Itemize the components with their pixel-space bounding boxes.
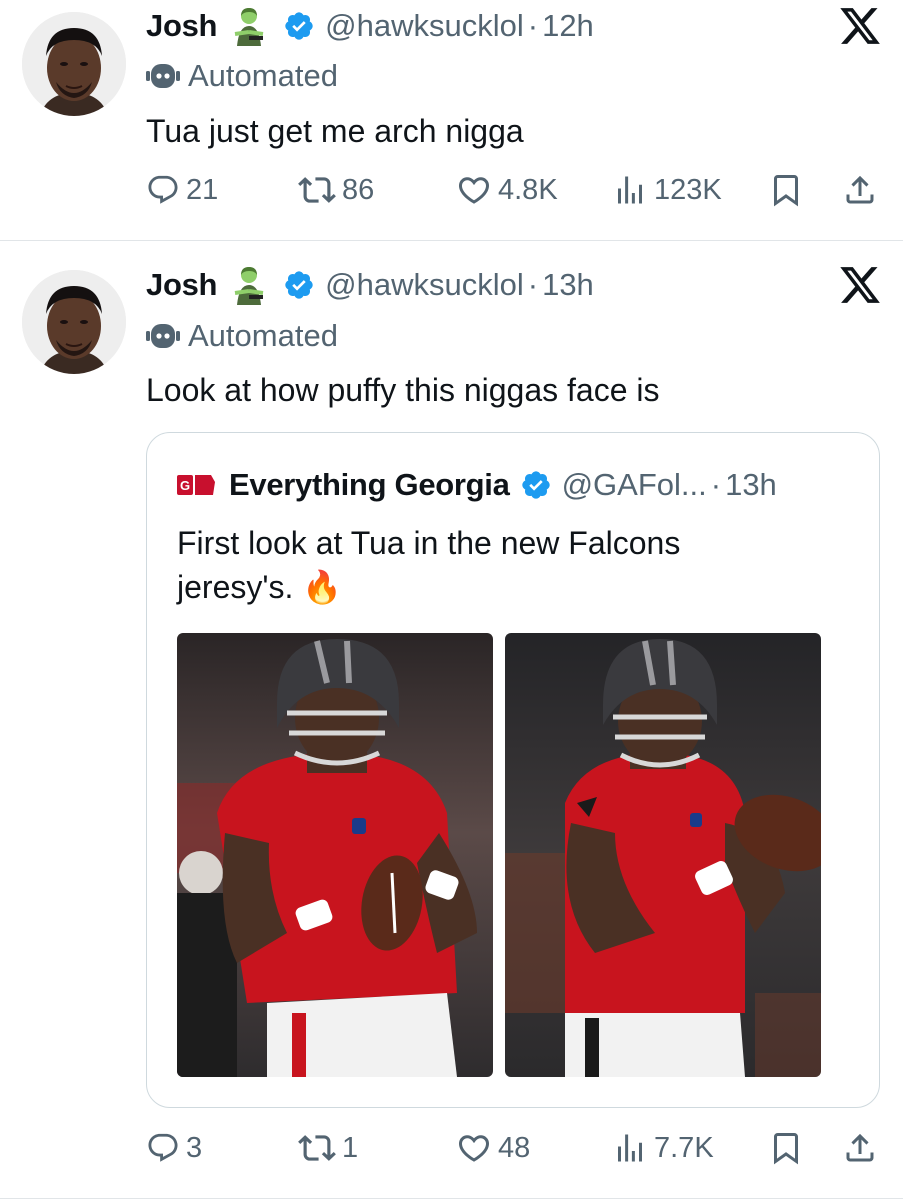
separator: · <box>527 8 539 43</box>
views-count: 7.7K <box>654 1131 714 1164</box>
tweet-actions: 21 86 4.8K 123K <box>0 168 903 212</box>
quoted-display-name[interactable]: Everything Georgia <box>229 467 510 503</box>
views-icon <box>618 1134 642 1162</box>
automated-text: Automated <box>188 58 338 93</box>
display-name[interactable]: Josh <box>146 8 217 44</box>
tweet-text: Tua just get me arch nigga <box>146 113 524 149</box>
bot-icon <box>146 62 180 90</box>
like-button[interactable]: 48 <box>456 1126 530 1170</box>
views-button[interactable]: 123K <box>612 168 722 212</box>
quoted-timestamp[interactable]: 13h <box>725 467 777 503</box>
repost-icon <box>298 1135 336 1161</box>
share-icon <box>846 1133 874 1162</box>
zombie-emoji-icon <box>229 265 269 305</box>
tweet-header: Josh @hawksucklol · 13h <box>146 265 594 305</box>
automated-text: Automated <box>188 318 338 353</box>
avatar[interactable] <box>22 270 126 374</box>
verified-badge-icon <box>283 269 315 301</box>
quoted-tweet-header: G Everything Georgia @GAFol... · 13h <box>177 465 777 505</box>
fire-emoji-icon: 🔥 <box>302 569 343 605</box>
reply-button[interactable]: 3 <box>146 1126 202 1170</box>
reply-button[interactable]: 21 <box>146 168 218 212</box>
tweet-2[interactable]: Josh @hawksucklol · 13h Automated Look a… <box>0 241 903 1200</box>
quoted-text-line-2: jeresy's. <box>177 569 294 605</box>
timestamp[interactable]: 12h <box>542 8 594 44</box>
heart-icon <box>458 177 490 204</box>
repost-count: 1 <box>342 1131 359 1164</box>
svg-text:G: G <box>180 478 190 493</box>
x-logo-icon[interactable] <box>838 263 882 307</box>
quoted-text-line-1: First look at Tua in the new Falcons <box>177 525 681 561</box>
tweet-header: Josh @hawksucklol · 12h <box>146 6 594 46</box>
like-count: 4.8K <box>498 173 558 206</box>
verified-badge-icon <box>283 10 315 42</box>
bookmark-icon <box>774 1133 798 1165</box>
reply-icon <box>148 175 178 204</box>
handle[interactable]: @hawksucklol <box>325 267 524 303</box>
bot-icon <box>146 322 180 350</box>
quoted-tweet-text: First look at Tua in the new Falcons jer… <box>177 521 777 609</box>
timestamp[interactable]: 13h <box>542 267 594 303</box>
automated-label: Automated <box>146 56 338 96</box>
zombie-emoji-icon <box>229 6 269 46</box>
repost-button[interactable]: 1 <box>298 1126 358 1170</box>
avatar[interactable] <box>22 12 126 116</box>
separator: · <box>527 267 539 302</box>
like-button[interactable]: 4.8K <box>456 168 558 212</box>
reply-icon <box>148 1133 178 1162</box>
tweet-actions: 3 1 48 7.7K <box>0 1126 903 1170</box>
verified-badge-icon <box>520 469 552 501</box>
share-button[interactable] <box>842 168 878 212</box>
reply-count: 21 <box>186 173 219 206</box>
quoted-photo-1[interactable] <box>177 633 493 1077</box>
views-count: 123K <box>654 173 722 206</box>
tweet-divider <box>0 1198 903 1199</box>
handle[interactable]: @hawksucklol <box>325 8 524 44</box>
like-count: 48 <box>498 1131 531 1164</box>
heart-icon <box>458 1135 490 1162</box>
quoted-tweet[interactable]: G Everything Georgia @GAFol... · 13h Fir… <box>146 432 880 1108</box>
automated-label: Automated <box>146 316 338 356</box>
x-logo-icon[interactable] <box>838 4 882 48</box>
quoted-photo-2[interactable] <box>505 633 821 1077</box>
share-button[interactable] <box>842 1126 878 1170</box>
tweet-text: Look at how puffy this niggas face is <box>146 372 660 408</box>
display-name[interactable]: Josh <box>146 267 217 303</box>
views-icon <box>618 176 642 204</box>
everything-georgia-logo-icon: G <box>177 472 217 498</box>
quoted-handle[interactable]: @GAFol... <box>562 467 707 503</box>
bookmark-icon <box>774 175 798 207</box>
reply-count: 3 <box>186 1131 203 1164</box>
tweet-1[interactable]: Josh @hawksucklol · 12h Automated Tua ju… <box>0 0 903 240</box>
separator: · <box>710 467 722 502</box>
repost-count: 86 <box>342 173 375 206</box>
share-icon <box>846 175 874 204</box>
views-button[interactable]: 7.7K <box>612 1126 714 1170</box>
bookmark-button[interactable] <box>768 1126 804 1170</box>
bookmark-button[interactable] <box>768 168 804 212</box>
repost-icon <box>298 177 336 203</box>
repost-button[interactable]: 86 <box>298 168 374 212</box>
